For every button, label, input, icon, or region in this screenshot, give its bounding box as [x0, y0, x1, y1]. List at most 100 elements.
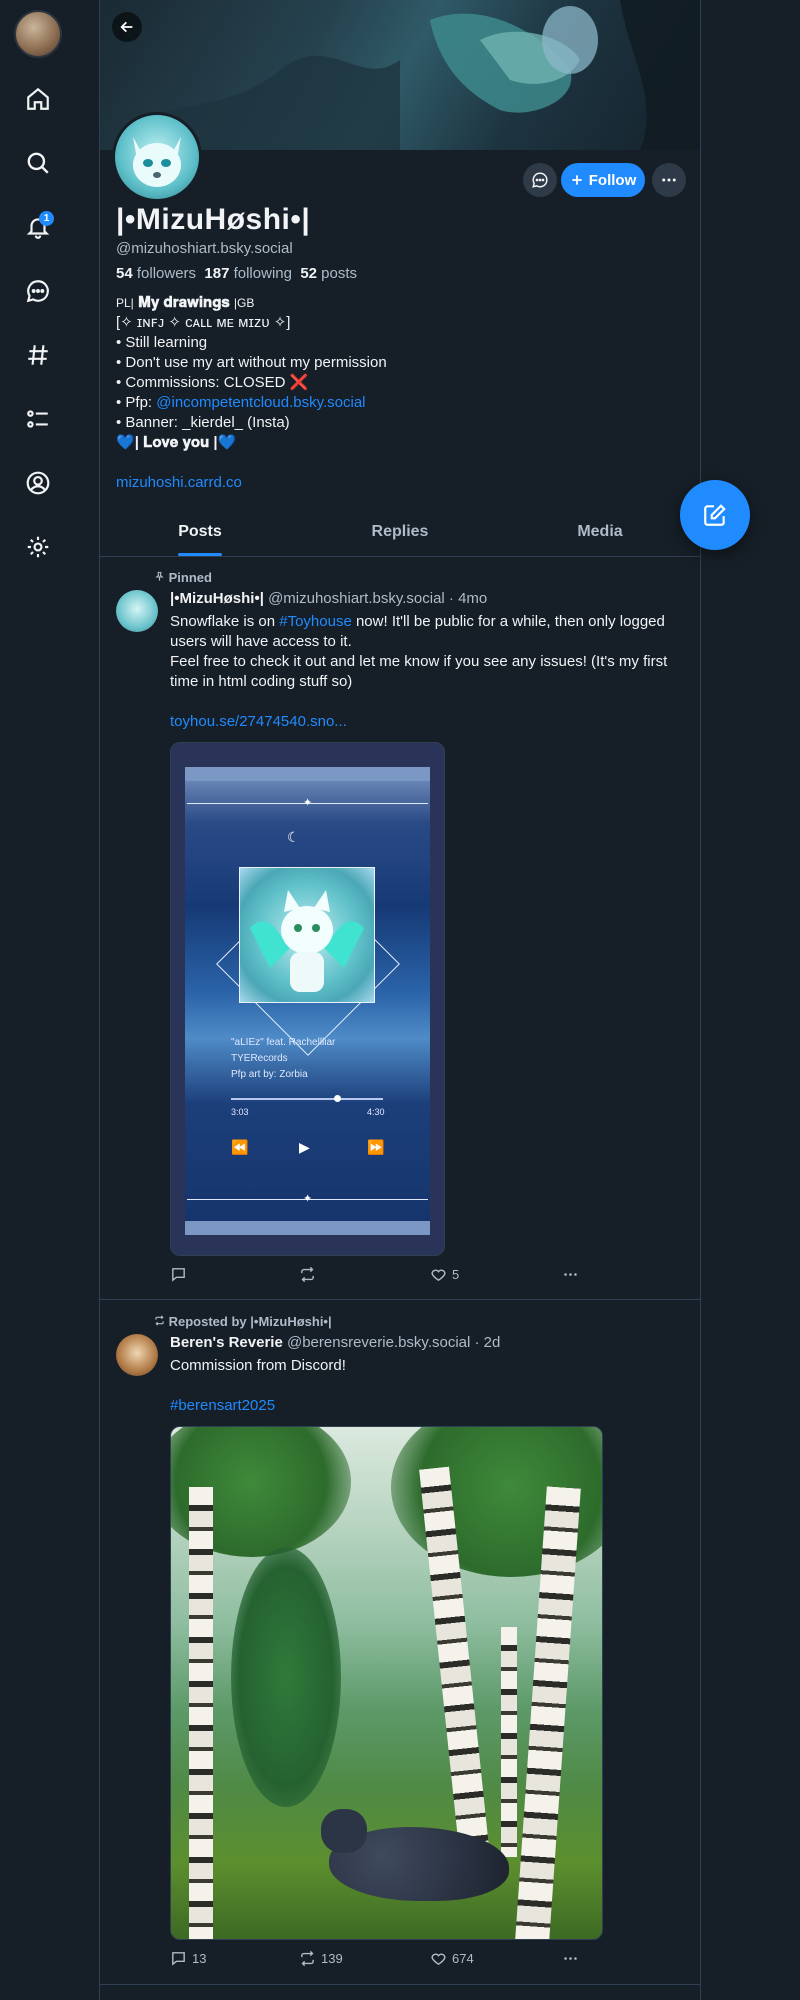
profile-column: Follow |•MizuHøshi•| @mizuhoshiart.bsky.…: [99, 0, 701, 2000]
my-avatar[interactable]: [14, 10, 62, 58]
profile-display-name: |•MizuHøshi•|: [116, 203, 311, 236]
art-credit: Pfp art by: Zorbia: [231, 1069, 308, 1080]
profile-tabs: Posts Replies Media: [100, 512, 700, 557]
birch-trunk: [501, 1627, 517, 1857]
profile-stats: 54 followers 187 following 52 posts: [116, 265, 357, 282]
post-author-name[interactable]: |•MizuHøshi•|: [170, 590, 264, 607]
repost-context: Reposted by |•MizuHøshi•|: [154, 1314, 332, 1329]
heart-icon: [431, 1269, 446, 1282]
profile-avatar[interactable]: [112, 112, 202, 202]
profile-handle: @mizuhoshiart.bsky.social: [116, 240, 293, 257]
post-author-handle[interactable]: @mizuhoshiart.bsky.social: [268, 590, 445, 607]
ellipsis-icon: [564, 1273, 577, 1276]
reply-button[interactable]: 13: [170, 1950, 206, 1967]
pinned-label: Pinned: [154, 570, 212, 585]
post-image[interactable]: ✦ ✦ ☾ "aLIEz" feat. Rachellliar TYERecor…: [170, 742, 445, 1256]
repost-icon: [301, 1266, 314, 1283]
post-divider: [100, 1984, 700, 1985]
character-artwork: [250, 890, 364, 992]
message-button[interactable]: [523, 163, 557, 197]
notification-badge: 1: [39, 211, 54, 226]
seek-knob: [334, 1095, 341, 1102]
tab-media[interactable]: Media: [500, 512, 700, 556]
gear-icon[interactable]: [20, 529, 56, 565]
post-more-button[interactable]: [562, 1266, 579, 1283]
post-more-button[interactable]: [562, 1950, 579, 1967]
repost-button[interactable]: 139: [299, 1950, 343, 1967]
image-strip: [185, 767, 430, 781]
bio-line: 💙| 𝐋𝐨𝐯𝐞 𝐲𝐨𝐮 |💙: [116, 434, 237, 451]
fast-forward-icon: ⏩: [367, 1139, 385, 1155]
left-nav: 1: [0, 0, 76, 2000]
like-button[interactable]: 5: [430, 1266, 459, 1283]
bio-line: • Pfp: @incompetentcloud.bsky.social: [116, 394, 366, 411]
reply-button[interactable]: [170, 1266, 192, 1283]
post-header: Beren's Reverie @berensreverie.bsky.soci…: [170, 1334, 500, 1351]
tab-replies[interactable]: Replies: [300, 512, 500, 556]
moon-icon: ☾: [287, 829, 300, 845]
repost-button[interactable]: [299, 1266, 321, 1283]
ellipsis-icon: [662, 178, 676, 182]
like-count: 674: [452, 1951, 474, 1966]
time-total: 4:30: [367, 1107, 385, 1117]
bell-icon[interactable]: 1: [20, 209, 56, 245]
like-button[interactable]: 674: [430, 1950, 474, 1967]
following-link[interactable]: 187 following: [204, 265, 292, 282]
sparkle-icon: ✦: [303, 797, 313, 809]
plus-icon: [572, 175, 582, 185]
blue-heart-icon: 💙: [217, 434, 237, 451]
hashtag-link[interactable]: #Toyhouse: [279, 613, 352, 630]
image-strip: [185, 1221, 430, 1235]
compose-button[interactable]: [680, 480, 750, 550]
profile-icon[interactable]: [20, 465, 56, 501]
post-text: Commission from Discord!: [170, 1357, 346, 1374]
posts-count: 52 posts: [300, 265, 358, 282]
post-actions: 13 139 674: [170, 1950, 590, 1972]
reply-icon: [172, 1268, 185, 1282]
like-count: 5: [452, 1267, 460, 1282]
profile-bio: PL| 𝐌𝐲 𝐝𝐫𝐚𝐰𝐢𝐧𝐠𝐬 |GB [✧ ɪɴꜰᴊ ✧ ᴄᴀʟʟ ᴍᴇ ᴍɪ…: [116, 293, 676, 453]
post-link[interactable]: toyhou.se/27474540.sno...: [170, 712, 680, 732]
pfp-credit-link[interactable]: @incompetentcloud.bsky.social: [156, 394, 365, 411]
wolf-head: [321, 1809, 367, 1853]
hashtag-icon[interactable]: [20, 337, 56, 373]
repost-icon: [301, 1950, 314, 1967]
hashtag-link[interactable]: #berensart2025: [170, 1396, 680, 1416]
post-author-name[interactable]: Beren's Reverie: [170, 1334, 283, 1351]
profile-website-link[interactable]: mizuhoshi.carrd.co: [116, 474, 242, 491]
repost-icon: [155, 1315, 164, 1326]
post-author-avatar[interactable]: [116, 590, 158, 632]
chat-icon[interactable]: [20, 273, 56, 309]
more-options-button[interactable]: [652, 163, 686, 197]
followers-link[interactable]: 54 followers: [116, 265, 196, 282]
post-time: · 2d: [474, 1334, 501, 1351]
post-author-handle[interactable]: @berensreverie.bsky.social: [287, 1334, 470, 1351]
follow-button[interactable]: Follow: [561, 163, 645, 197]
back-button[interactable]: [112, 12, 142, 42]
heart-icon: [431, 1953, 446, 1966]
seek-bar: [231, 1098, 383, 1100]
tab-posts[interactable]: Posts: [100, 512, 300, 556]
post-text: Snowflake is on #Toyhouse now! It'll be …: [170, 613, 668, 690]
post-time: · 4mo: [448, 590, 488, 607]
compose-icon: [704, 504, 726, 526]
play-icon: ▶: [299, 1139, 310, 1155]
home-icon[interactable]: [20, 81, 56, 117]
ellipsis-icon: [564, 1957, 577, 1960]
bio-line: • Don't use my art without my permission: [116, 354, 387, 371]
list-icon[interactable]: [20, 401, 56, 437]
search-icon[interactable]: [20, 145, 56, 181]
post-image[interactable]: [170, 1426, 603, 1940]
bio-line: • Commissions: CLOSED ❌: [116, 374, 309, 391]
post-author-avatar[interactable]: [116, 1334, 158, 1376]
time-elapsed: 3:03: [231, 1107, 249, 1117]
post-header: |•MizuHøshi•| @mizuhoshiart.bsky.social …: [170, 590, 487, 607]
song-label: TYERecords: [231, 1053, 288, 1064]
rewind-icon: ⏪: [231, 1139, 249, 1155]
song-title: "aLIEz" feat. Rachellliar: [231, 1037, 336, 1048]
blue-heart-icon: 💙: [116, 434, 135, 451]
reply-icon: [172, 1952, 185, 1966]
birch-trunk: [189, 1487, 213, 1939]
bio-line: • Banner: _kierdel_ (Insta): [116, 414, 290, 431]
post-actions: 5: [170, 1266, 590, 1288]
